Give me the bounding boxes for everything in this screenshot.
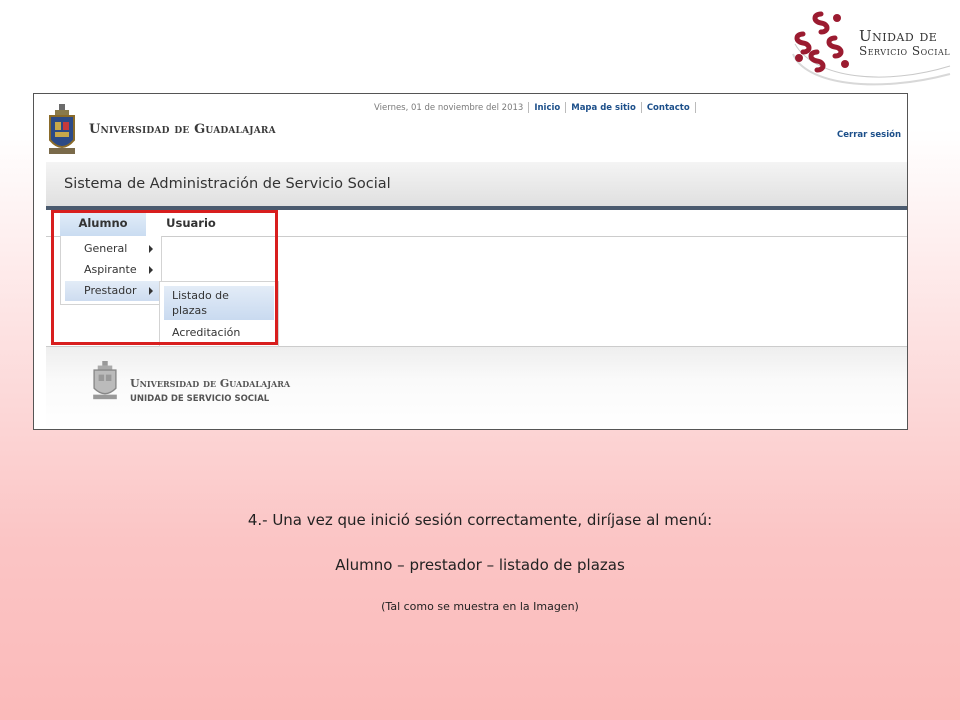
- brand-line2: Servicio Social: [859, 44, 951, 59]
- logout-link[interactable]: Cerrar sesión: [837, 130, 901, 140]
- divider: [694, 102, 696, 113]
- brand-line1: Unidad de: [859, 27, 938, 45]
- footer: Universidad de Guadalajara UNIDAD DE SER…: [46, 346, 907, 429]
- link-mapa-de-sitio[interactable]: Mapa de sitio: [571, 103, 636, 113]
- link-contacto[interactable]: Contacto: [647, 103, 690, 113]
- footer-subtitle: UNIDAD DE SERVICIO SOCIAL: [130, 394, 270, 404]
- instruction-line-1: 4.- Una vez que inició sesión correctame…: [247, 511, 713, 529]
- footer-title: Universidad de Guadalajara: [130, 377, 291, 390]
- institution-name: Universidad de Guadalajara: [89, 122, 276, 137]
- brand-ss-symbol-icon: [794, 11, 849, 73]
- top-links: Viernes, 01 de noviembre del 2013 Inicio M…: [374, 102, 701, 113]
- brand-logo: Unidad de Servicio Social: [785, 4, 955, 86]
- divider: [640, 102, 642, 113]
- udg-crest-icon: [93, 361, 117, 400]
- header: Universidad de Guadalajara Viernes, 01 d…: [34, 94, 907, 159]
- instruction-line-3: (Tal como se muestra en la Imagen): [381, 600, 579, 613]
- brand-text: Unidad de Servicio Social: [859, 27, 951, 59]
- system-title: Sistema de Administración de Servicio So…: [64, 176, 391, 192]
- date-text: Viernes, 01 de noviembre del 2013: [374, 103, 524, 113]
- divider: [528, 102, 530, 113]
- highlight-box: [51, 210, 278, 345]
- link-inicio[interactable]: Inicio: [534, 103, 560, 113]
- instruction-line-2: Alumno – prestador – listado de plazas: [335, 556, 625, 574]
- udg-crest-icon: [49, 104, 75, 154]
- system-title-bar: Sistema de Administración de Servicio So…: [46, 162, 907, 210]
- divider: [565, 102, 567, 113]
